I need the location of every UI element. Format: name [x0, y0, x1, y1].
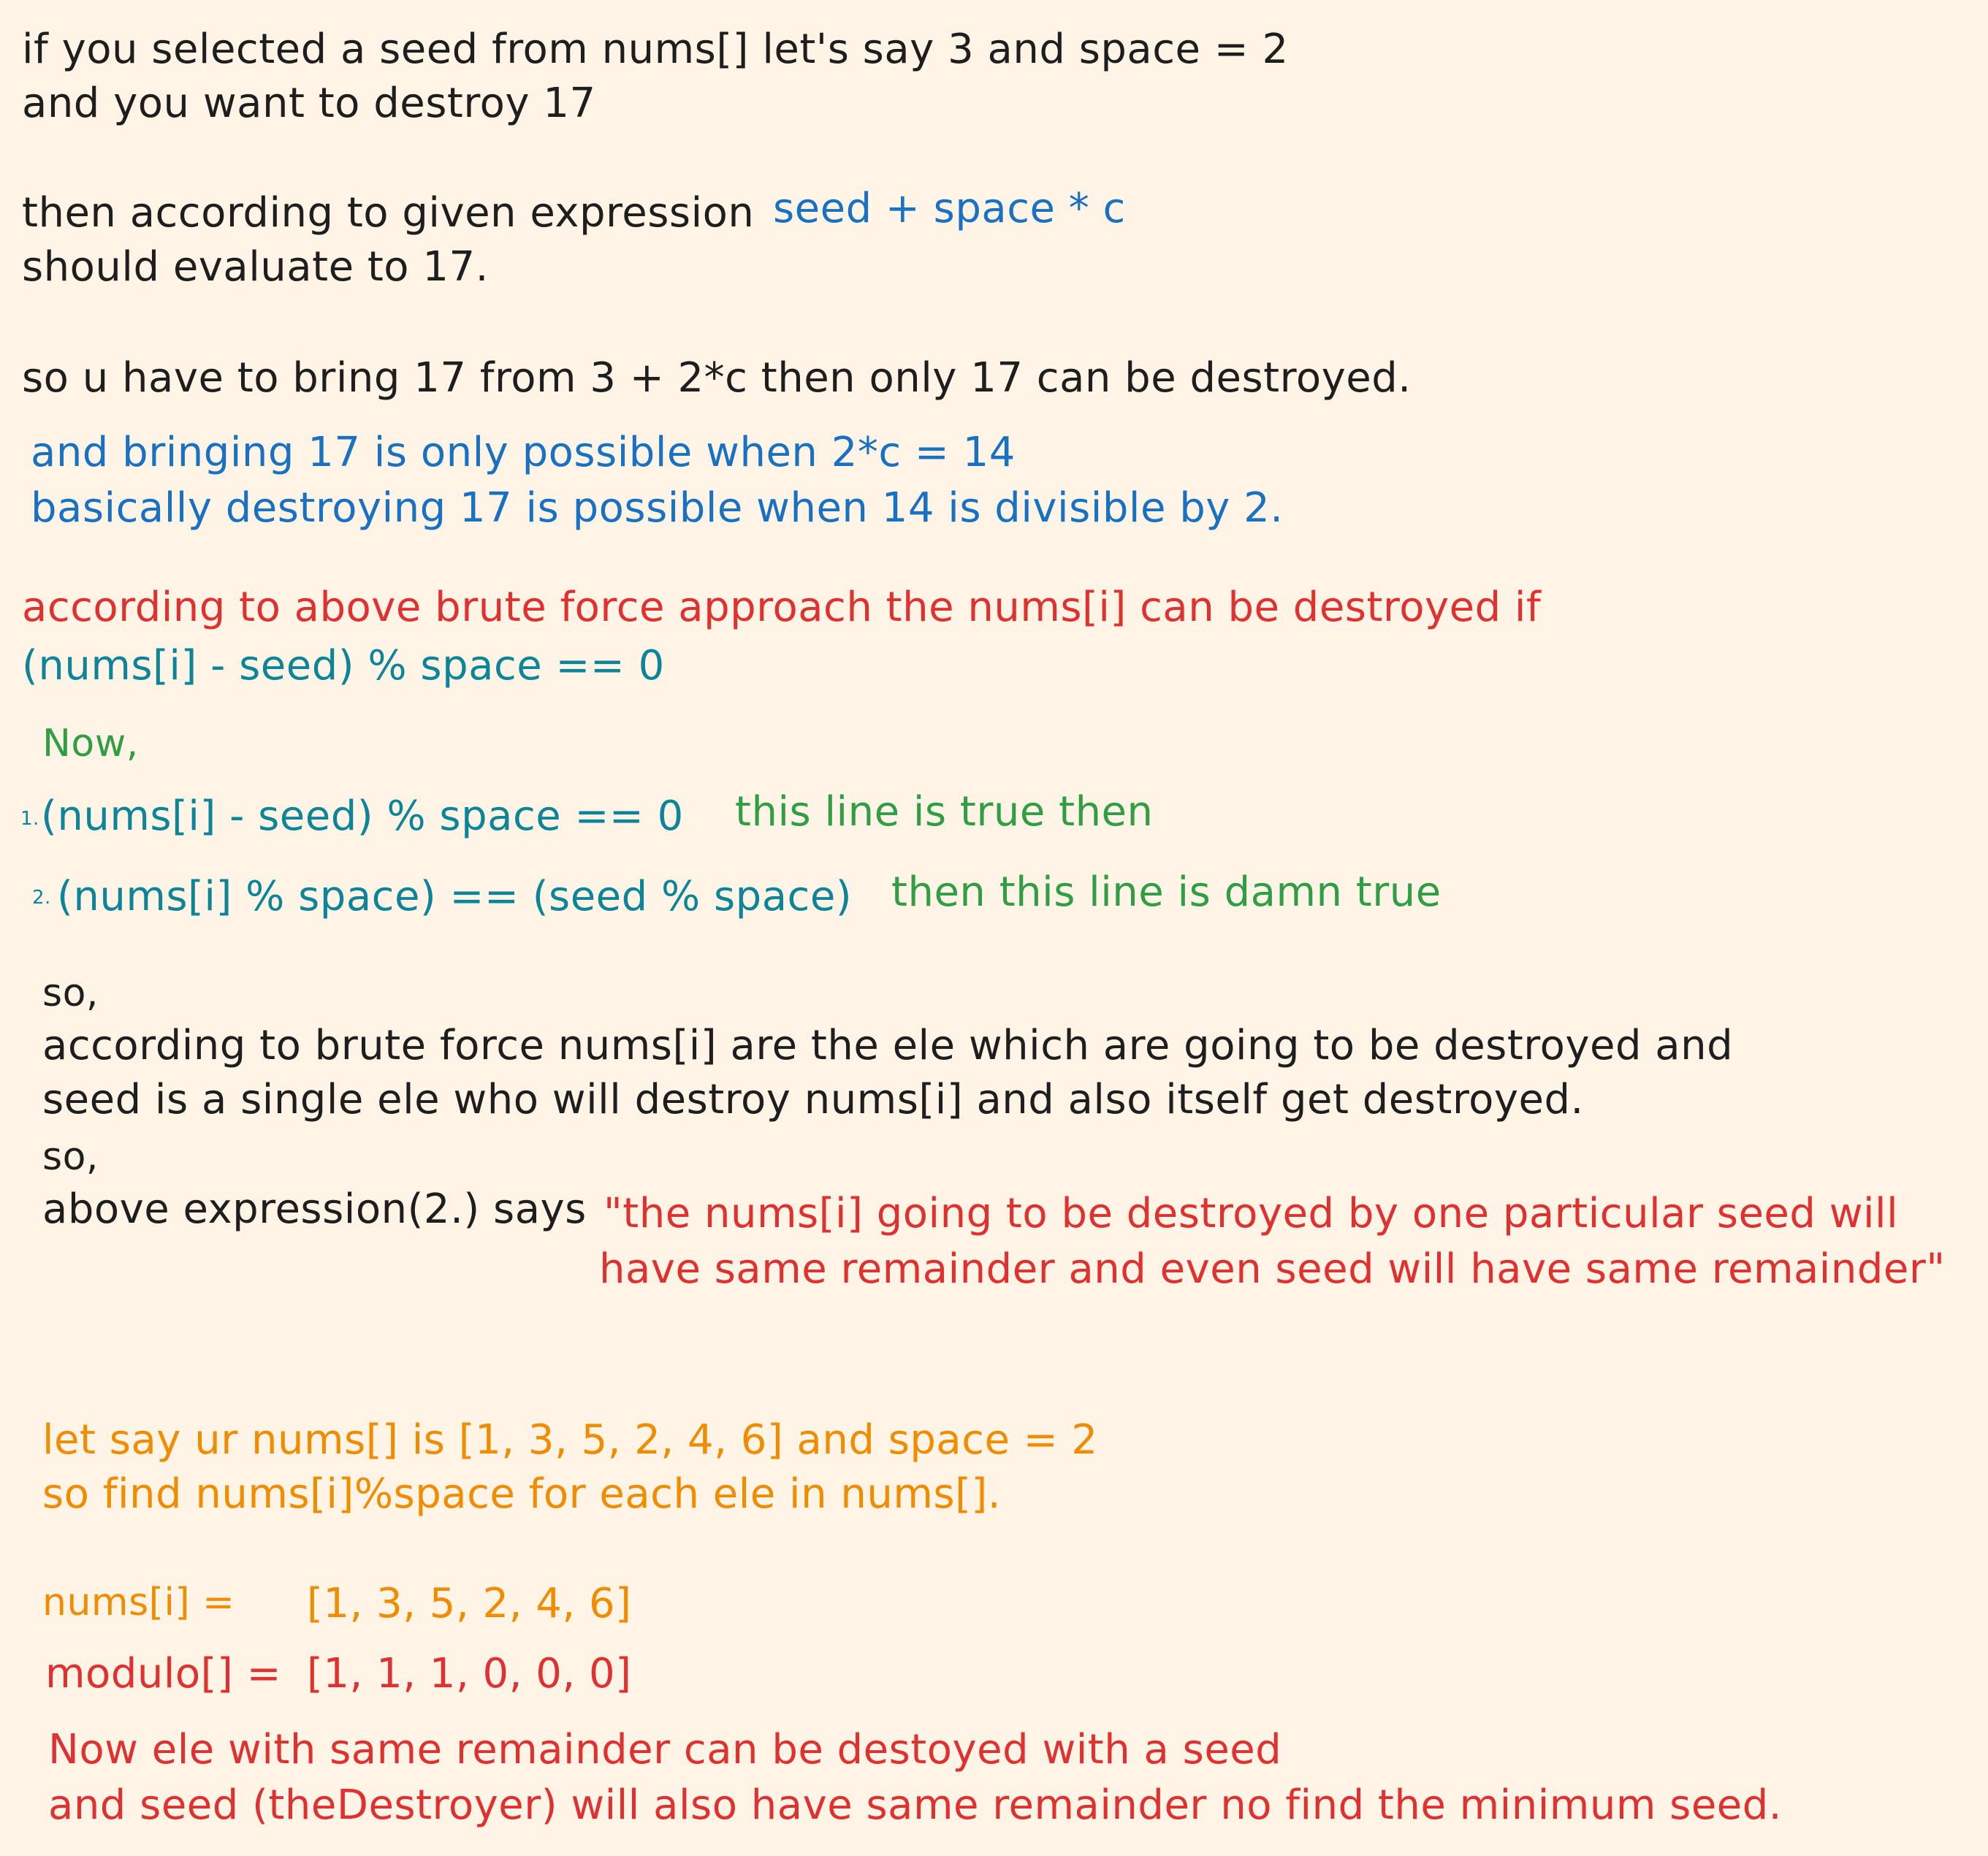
blue-note-line-1: and bringing 17 is only possible when 2*…: [31, 429, 1016, 476]
quote-line-1: "the nums[i] going to be destroyed by on…: [603, 1190, 1899, 1237]
intro-line-2: and you want to destroy 17: [22, 80, 596, 127]
whiteboard-canvas: if you selected a seed from nums[] let's…: [0, 0, 1988, 1856]
item-2-number: 2.: [32, 887, 51, 909]
conclusion-line-1: Now ele with same remainder can be desto…: [48, 1726, 1282, 1773]
intro-line-3-prefix: then according to given expression: [22, 189, 755, 237]
brute-force-condition: (nums[i] - seed) % space == 0: [22, 642, 665, 690]
brute-force-line-1: according to above brute force approach …: [22, 584, 1542, 631]
item-1-number: 1.: [20, 808, 39, 830]
conclusion-line-2: and seed (theDestroyer) will also have s…: [48, 1781, 1783, 1829]
item-1-expression: (nums[i] - seed) % space == 0: [41, 793, 684, 840]
modulo-label: modulo[] =: [45, 1650, 282, 1697]
modulo-values: [1, 1, 1, 0, 0, 0]: [307, 1650, 632, 1697]
intro-line-1: if you selected a seed from nums[] let's…: [22, 26, 1289, 73]
item-2-note: then this line is damn true: [891, 868, 1442, 916]
quote-line-2: have same remainder and even seed will h…: [599, 1245, 1946, 1293]
item-2-expression: (nums[i] % space) == (seed % space): [57, 873, 853, 920]
nums-label: nums[i] =: [42, 1581, 235, 1624]
nums-values: [1, 3, 5, 2, 4, 6]: [307, 1580, 632, 1627]
example-line-2: so find nums[i]%space for each ele in nu…: [42, 1470, 1002, 1518]
now-heading: Now,: [42, 722, 139, 765]
so-label-1: so,: [42, 971, 99, 1015]
so-line-3-prefix: above expression(2.) says: [42, 1185, 587, 1233]
so-line-1: according to brute force nums[i] are the…: [42, 1022, 1734, 1069]
example-line-1: let say ur nums[] is [1, 3, 5, 2, 4, 6] …: [42, 1416, 1098, 1464]
intro-line-5: so u have to bring 17 from 3 + 2*c then …: [22, 354, 1412, 402]
so-line-2: seed is a single ele who will destroy nu…: [42, 1076, 1584, 1123]
so-label-2: so,: [42, 1135, 99, 1179]
intro-line-4: should evaluate to 17.: [22, 243, 489, 291]
blue-note-line-2: basically destroying 17 is possible when…: [31, 484, 1284, 532]
expression-seed-space-c: seed + space * c: [773, 185, 1126, 232]
item-1-note: this line is true then: [735, 788, 1154, 836]
